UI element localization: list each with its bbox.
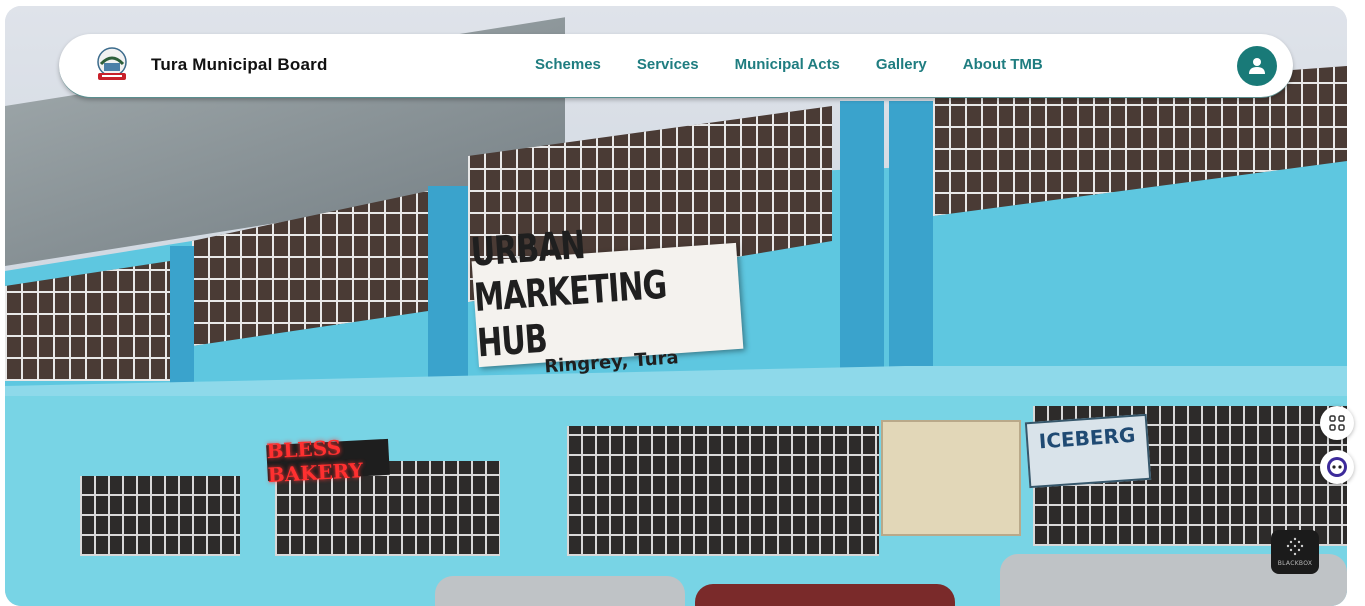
sign-title: URBAN MARKETING HUB [469,222,668,367]
nav-schemes-link[interactable]: Schemes [535,56,601,73]
iceberg-sign-text: ICEBERG [1038,422,1137,454]
bless-bakery-sign: BLESS BAKERY [266,435,390,487]
top-navbar: Tura Municipal Board Schemes Services Mu… [59,34,1293,98]
brand-name[interactable]: Tura Municipal Board [151,55,328,75]
shop-front [80,476,240,556]
nav-services-link[interactable]: Services [637,56,699,73]
assistant-face-icon [1327,457,1347,477]
tura-municipal-board-logo-icon[interactable] [95,46,129,84]
shop-front [567,426,879,556]
urban-marketing-hub-sign: URBAN MARKETING HUB Ringrey, Tura [469,223,744,378]
nav-about-tmb-link[interactable]: About TMB [963,56,1043,73]
nav-municipal-acts-link[interactable]: Municipal Acts [735,56,840,73]
grid-icon [1329,415,1345,431]
nav-gallery-link[interactable]: Gallery [876,56,927,73]
blackbox-label: BLACKBOX [1277,560,1313,567]
blackbox-widget-button[interactable]: BLACKBOX [1271,530,1319,574]
blackbox-logo-icon [1286,537,1304,556]
user-icon [1249,58,1265,74]
main-menu: Schemes Services Municipal Acts Gallery … [535,56,1079,73]
iceberg-sign: ICEBERG [1024,413,1152,489]
user-account-button[interactable] [1237,46,1277,86]
shop-poster [881,420,1021,536]
apps-grid-button[interactable] [1320,406,1354,440]
chat-assistant-button[interactable] [1320,450,1354,484]
parked-car [695,584,955,606]
parked-car [435,576,685,606]
